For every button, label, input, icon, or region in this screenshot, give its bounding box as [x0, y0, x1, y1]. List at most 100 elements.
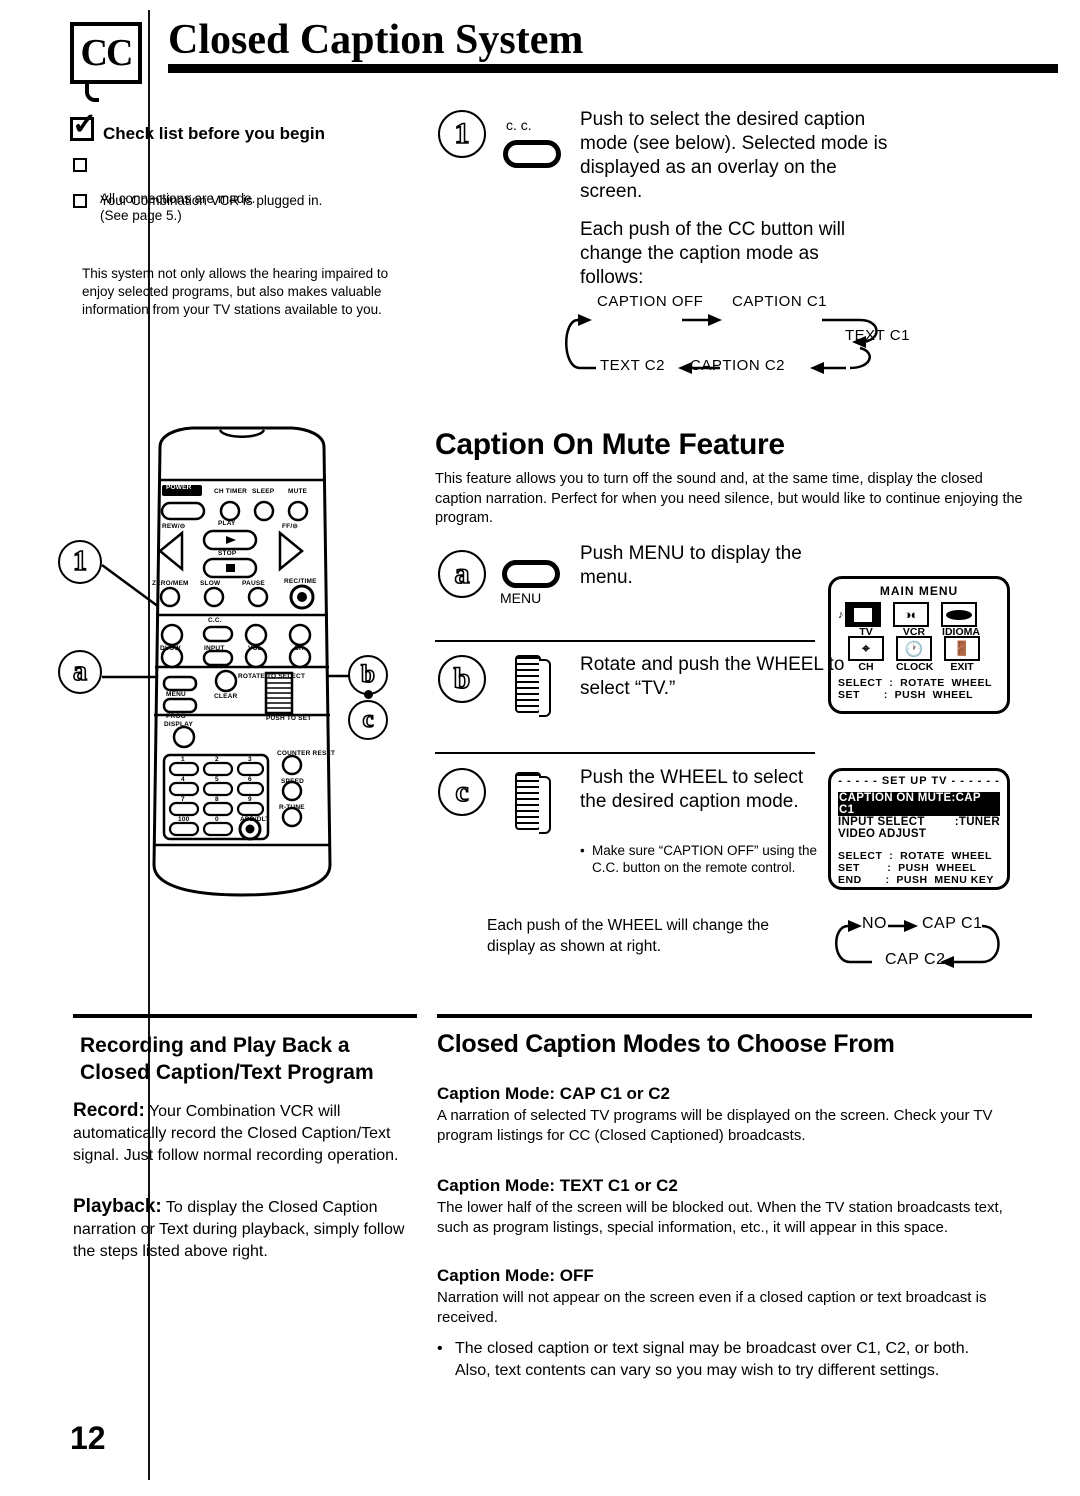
step-c-note: • Make sure “CAPTION OFF” using the C.C.…	[580, 842, 820, 876]
step-divider-c	[435, 752, 815, 754]
label-prog: PROG	[166, 713, 186, 720]
label-speed: SPEED	[281, 778, 305, 785]
label-stop: STOP	[218, 550, 237, 557]
recording-heading: Recording and Play Back a Closed Caption…	[80, 1034, 374, 1084]
step-marker-c-label: c	[455, 774, 470, 809]
menu-button-label: MENU	[500, 590, 542, 606]
step-b-text: Rotate and push the WHEEL to select “TV.…	[580, 654, 845, 699]
osd-icon-clock[interactable]: 🕐	[896, 636, 932, 661]
cc-logo-text: CC	[80, 32, 134, 74]
label-mute: MUTE	[288, 488, 308, 495]
check-mark-icon: ✓	[72, 108, 98, 141]
key-0: 0	[215, 816, 219, 823]
label-pause: PAUSE	[242, 580, 265, 587]
flow-node-text-c1: TEXT C1	[845, 327, 910, 344]
osd-legend-select: SELECT : ROTATE WHEEL	[838, 677, 992, 689]
main-menu-osd-title: MAIN MENU	[879, 584, 959, 598]
label-rec: REC/TIME	[284, 578, 317, 585]
label-input: INPUT	[204, 645, 225, 652]
osd-icon-tv[interactable]	[844, 602, 881, 627]
mute-feature-paragraph: This feature allows you to turn off the …	[435, 471, 1023, 526]
mode-2-title: Caption Mode: OFF	[437, 1266, 594, 1285]
title-underline	[168, 64, 1058, 73]
manual-page: CC Closed Caption System ✓ Check list be…	[0, 0, 1080, 1496]
mode-1-body: The lower half of the screen will be blo…	[437, 1199, 1003, 1236]
label-ff: FF/⊝	[282, 523, 298, 530]
osd-icon-ch[interactable]: ⌖	[848, 636, 884, 661]
label-sleep: SLEEP	[252, 488, 275, 495]
mode-0-title: Caption Mode: CAP C1 or C2	[437, 1084, 670, 1103]
label-ch: CH	[294, 645, 304, 652]
step-marker-1: 1	[438, 110, 486, 158]
label-rotate: ROTATE TO SELECT	[238, 673, 306, 680]
key-5: 5	[215, 776, 219, 783]
page-number: 12	[70, 1420, 106, 1456]
bullet-icon: •	[580, 843, 585, 858]
bottom-left-divider	[73, 1014, 417, 1018]
setup-legend-select: SELECT : ROTATE WHEEL	[838, 850, 992, 862]
setup-tv-osd-title: - - - - - SET UP TV - - - - - -	[838, 775, 1000, 787]
checkbox-icon[interactable]	[73, 194, 87, 208]
key-1: 1	[181, 756, 185, 763]
key-4: 4	[181, 776, 185, 783]
step-marker-b-label: b	[453, 661, 471, 696]
key-8: 8	[215, 796, 219, 803]
osd-icon-idioma[interactable]	[940, 602, 977, 627]
wheel-flow-node-cap-c1: CAP C1	[922, 915, 983, 932]
checkbox-icon[interactable]	[73, 158, 87, 172]
menu-button-graphic[interactable]	[502, 560, 560, 588]
step-marker-c: c	[438, 768, 486, 816]
label-menu: MENU	[166, 691, 186, 698]
step-divider-b	[435, 640, 815, 642]
step-marker-1-label: 1	[454, 116, 471, 151]
setup-legend-end: END : PUSH MENU KEY	[838, 874, 994, 886]
wheel-graphic-c[interactable]	[515, 772, 551, 834]
label-plus: +	[155, 673, 159, 680]
modes-heading: Closed Caption Modes to Choose From	[437, 1030, 895, 1058]
step1-text: Push to select the desired caption mode …	[580, 109, 888, 202]
cc-button-label: c. c.	[506, 117, 532, 133]
key-2: 2	[215, 756, 219, 763]
step-marker-b: b	[438, 655, 486, 703]
key-7: 7	[181, 796, 185, 803]
intro-paragraph: This system not only allows the hearing …	[82, 266, 389, 317]
label-display: DISPLAY	[164, 721, 193, 728]
step-a-text: Push MENU to display the menu.	[580, 543, 802, 588]
mode-2-body: Narration will not appear on the screen …	[437, 1289, 987, 1326]
setup-row-caption-on-mute[interactable]: CAPTION ON MUTE:CAP C1	[838, 792, 1000, 816]
setup-row-0-label: CAPTION ON MUTE	[839, 792, 952, 804]
key-6: 6	[248, 776, 252, 783]
osd-label-clock: CLOCK	[896, 661, 934, 673]
label-clear: CLEAR	[214, 693, 238, 700]
label-ch-timer: CH TIMER	[214, 488, 248, 495]
key-3: 3	[248, 756, 252, 763]
setup-tv-osd: - - - - - SET UP TV - - - - - - CAPTION …	[828, 768, 1010, 890]
flow-node-caption-c2: CAPTION C2	[690, 357, 786, 374]
wheel-flow-node-cap-c2: CAP C2	[885, 951, 946, 968]
step-marker-a-label: a	[454, 556, 471, 591]
wheel-graphic-b[interactable]	[515, 655, 551, 717]
setup-row-2-label: VIDEO ADJUST	[838, 828, 927, 840]
step1-text2: Each push of the CC button will change t…	[580, 219, 846, 288]
record-label: Record:	[73, 1100, 145, 1121]
label-slow: SLOW	[200, 580, 221, 587]
step-c-note-text: Make sure “CAPTION OFF” using the C.C. b…	[592, 843, 818, 875]
osd-icon-vcr[interactable]: ◑◐	[892, 602, 929, 627]
label-rtune: R-TUNE	[279, 804, 305, 811]
remote-control-illustration	[152, 426, 332, 897]
setup-row-video-adjust[interactable]: VIDEO ADJUST	[838, 828, 1000, 840]
step-c-text: Push the WHEEL to select the desired cap…	[580, 767, 804, 812]
label-vol: VOL	[248, 645, 262, 652]
cc-logo-icon: CC	[70, 22, 142, 84]
osd-icon-exit[interactable]: 🚪	[944, 636, 980, 661]
cc-logo-tail-icon	[85, 84, 99, 102]
key-100: 100	[178, 816, 190, 823]
cc-button-graphic[interactable]	[503, 140, 561, 168]
record-paragraph: Record: Your Combination VCR will automa…	[73, 1100, 418, 1167]
label-rew: REW/⊝	[162, 523, 186, 530]
label-play: PLAY	[218, 520, 236, 527]
setup-row-input-select[interactable]: INPUT SELECT:TUNER	[838, 816, 1000, 828]
modes-bullet-text: The closed caption or text signal may be…	[455, 1340, 970, 1379]
cursor-icon: ♪	[838, 608, 844, 621]
mode-1-title: Caption Mode: TEXT C1 or C2	[437, 1176, 678, 1195]
